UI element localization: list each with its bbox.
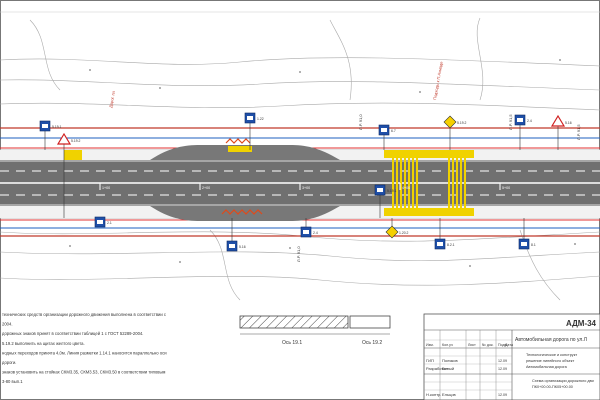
sign-symbol-icon (247, 116, 253, 120)
note-line: технических средств организации дорожног… (2, 312, 166, 317)
sign-code-label: 8.2.1 (447, 243, 455, 247)
sign-code-label: 2.4 (313, 231, 318, 235)
legend-hatch (239, 315, 349, 329)
title-block-drawing-title: ПК0+00.00-ПК05+00.00 (532, 385, 573, 389)
title-block-name: Поляков (442, 358, 458, 363)
crosswalk-2 (392, 152, 418, 208)
sign-code-label: 5.19.2 (457, 121, 467, 125)
title-block-header: № док. (482, 343, 494, 347)
plan-annotation: Л.Р. 91,0 (296, 246, 301, 262)
sign-code-label: 6.7 (391, 129, 396, 133)
crosswalk-1-pad (64, 150, 82, 160)
title-block-header: Изм. (426, 343, 434, 347)
legend-plain (349, 315, 391, 329)
sign-symbol-icon (377, 188, 383, 192)
station-label: 2+00 (202, 186, 210, 190)
title-block-role: ГИП (426, 358, 434, 363)
sign-code-label: 5.19.1 (52, 125, 62, 129)
station-label: 4+00 (402, 186, 410, 190)
plan-annotation: Л.Р. 91,5 (576, 124, 581, 140)
title-block-date: 12.09 (498, 359, 507, 363)
title-block-description: Автомобильная дорога (526, 365, 568, 369)
bus-stop-pad (228, 146, 252, 152)
title-block-role: Н.контр. (426, 392, 441, 397)
legend-label-left: Ось 19.1 (282, 340, 302, 346)
sign-code-label: 5.16 (239, 245, 246, 249)
title-block-header: Лист (468, 343, 476, 347)
note-line: дорожных знаков принят в соответствии та… (2, 331, 143, 336)
sign-symbol-icon (517, 118, 523, 122)
title-block-header: Кол.уч (442, 343, 453, 347)
sign-code-label: 1.20.2 (399, 231, 409, 235)
note-line: 3-80 вып.1 (2, 379, 23, 384)
title-block: АДМ-34 Автомобильная дорога по ул.Л Изм.… (423, 313, 600, 400)
sign-symbol-icon (521, 242, 527, 246)
crosswalk-north-platform (384, 150, 474, 158)
plan-annotation: Л.Р. 91,0 (358, 114, 363, 130)
sign-symbol-icon (437, 242, 443, 246)
sign-symbol-icon (97, 220, 103, 224)
crosswalk-3 (448, 152, 468, 208)
title-block-drawing-title: Схема организации дорожного дви (532, 379, 594, 383)
sign-code-label: 5.19.1 (387, 189, 397, 193)
title-block-date: 12.09 (498, 367, 507, 371)
project-title: Автомобильная дорога по ул.Л (515, 337, 587, 343)
plan-annotation: Л.Р. 91,5 (508, 114, 513, 130)
station-label: 3+00 (302, 186, 310, 190)
sign-code-label: 2.4 (527, 119, 532, 123)
sign-symbol-icon (42, 124, 48, 128)
sign-symbol-icon (381, 128, 387, 132)
sheet-code: АДМ-34 (566, 319, 597, 328)
title-block-name: Белый (442, 366, 454, 371)
sign-code-label: 8.1 (531, 243, 536, 247)
title-block-name: Ельцов (442, 392, 456, 397)
title-block-description: решение линейного объект (526, 359, 574, 363)
note-line: знаков установить на стойках СКМ3.35, СК… (2, 370, 165, 375)
title-block-description: Технологическое и конструкт (526, 353, 577, 357)
station-label: 1+00 (102, 186, 110, 190)
crosswalk-south-platform (384, 208, 474, 216)
note-line: нодных переходов принята 4,0м. Линия раз… (2, 350, 167, 355)
sign-code-label: 5.16 (565, 121, 572, 125)
sign-code-label: 2.1 (107, 221, 112, 225)
sign-code-label: 5.19.2 (71, 139, 81, 143)
title-block-date: 12.09 (498, 393, 507, 397)
station-label: 5+00 (502, 186, 510, 190)
sign-symbol-icon (303, 230, 309, 234)
note-line: дороги. (2, 360, 16, 365)
sign-symbol-icon (229, 244, 235, 248)
note-line: 5.19.2 выполнить на щитах желтого цвета. (2, 341, 85, 346)
note-line: 2004. (2, 322, 12, 327)
road-plan-drawing: 1+00 2+00 3+00 4+00 5+00 5.19.1 5.19.2 2.1 1.22… (0, 0, 600, 400)
legend-label-right: Ось 19.2 (362, 340, 382, 346)
title-block-header: Дата (505, 343, 513, 347)
sign-code-label: 1.22 (257, 117, 264, 121)
